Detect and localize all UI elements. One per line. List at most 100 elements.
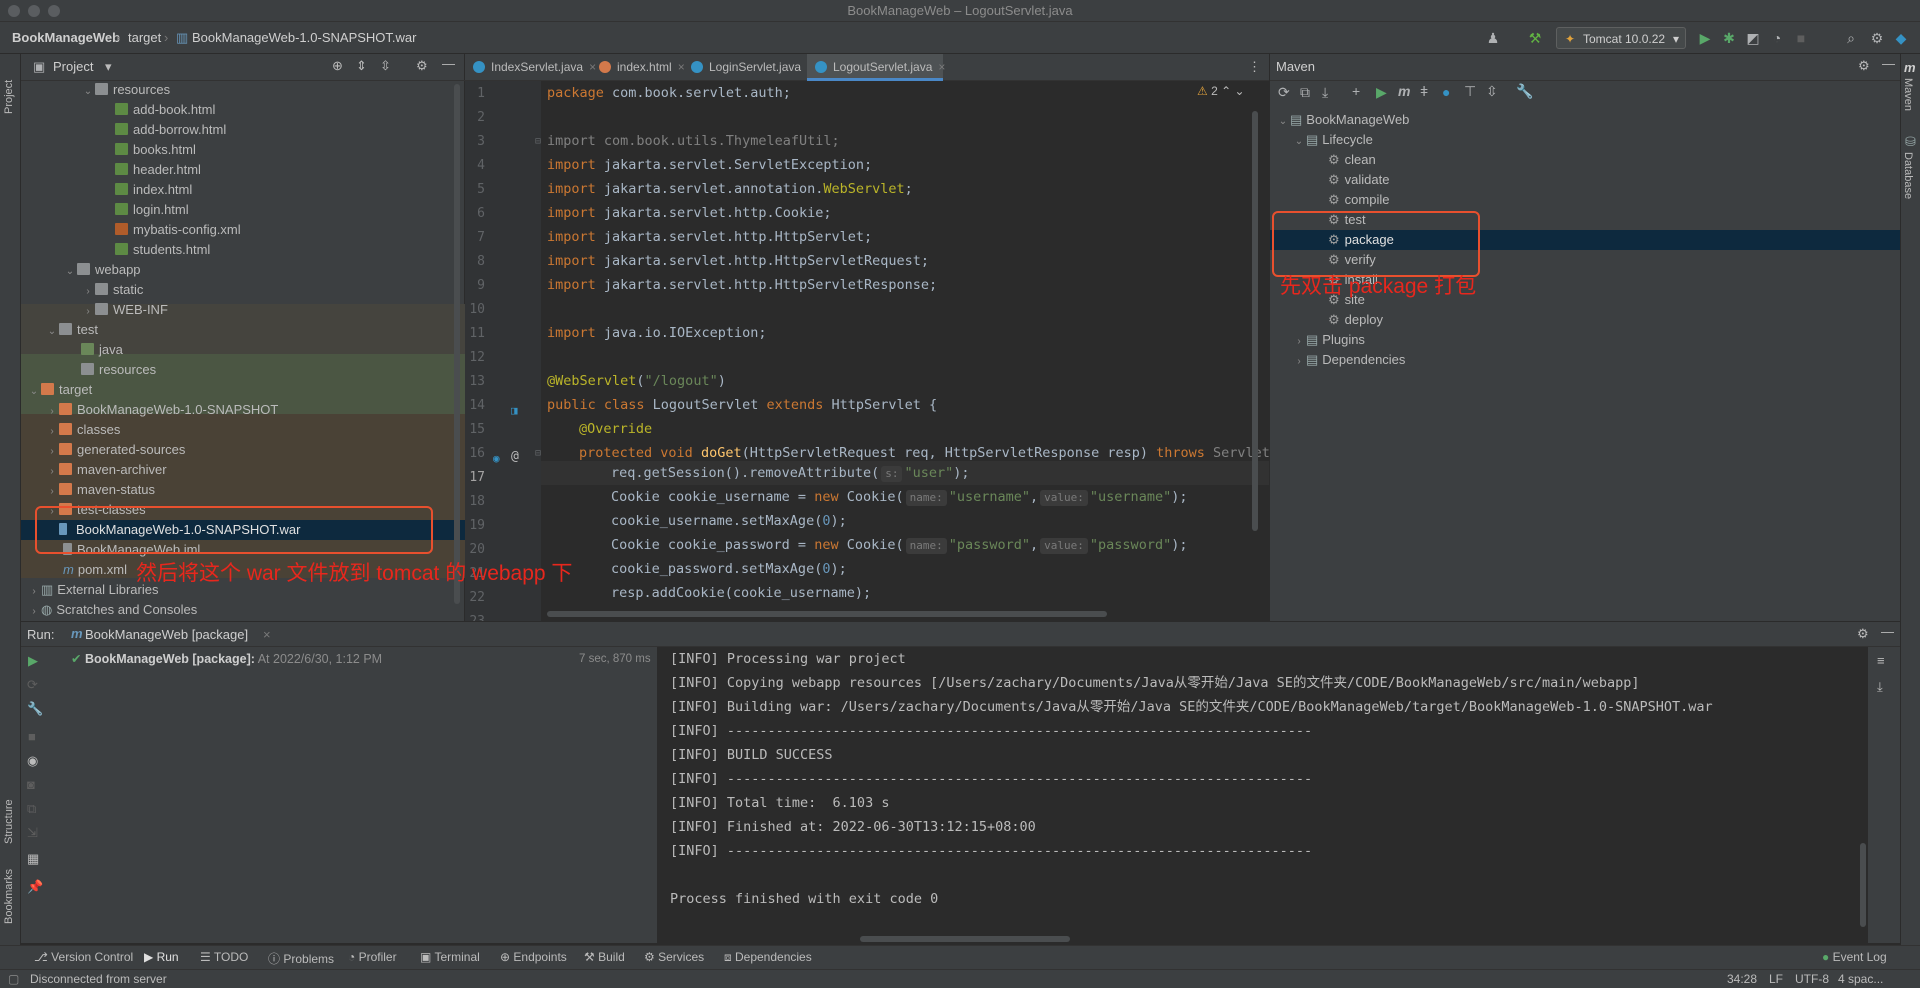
breadcrumb-file[interactable]: BookManageWeb-1.0-SNAPSHOT.war [192, 30, 416, 45]
project-view-title[interactable]: Project [53, 59, 93, 74]
tool-todo[interactable]: ☰ TODO [200, 950, 248, 964]
expand-all-icon[interactable]: ⇕ [356, 58, 367, 74]
maven-plugins[interactable]: › ▤ Plugins [1292, 330, 1365, 350]
tree-item-scratches[interactable]: › ◍ Scratches and Consoles [27, 600, 197, 620]
rerun-icon[interactable]: ▶ [28, 653, 38, 669]
restore-layout-icon[interactable]: ⧉ [27, 801, 36, 817]
project-tool-label[interactable]: Project [3, 80, 15, 114]
tree-item-webapp[interactable]: ⌄ webapp [63, 260, 141, 280]
database-tool-label[interactable]: Database [1902, 152, 1914, 199]
tree-item-index[interactable]: index.html [115, 180, 192, 200]
zoom-window-button[interactable] [48, 5, 60, 17]
maven-lifecycle[interactable]: ⌄ ▤ Lifecycle [1292, 130, 1373, 150]
eye-icon[interactable]: ◉ [27, 753, 38, 769]
close-icon[interactable]: × [938, 60, 945, 74]
gear-icon[interactable]: ⚙ [1858, 58, 1870, 74]
tree-item-maven-archiver[interactable]: › maven-archiver [45, 460, 166, 480]
more-tabs-icon[interactable]: ⋮ [1248, 59, 1261, 75]
tree-item-mybatis-config[interactable]: mybatis-config.xml [115, 220, 241, 240]
tree-item-resources[interactable]: ⌄ resources [81, 80, 170, 100]
tool-terminal[interactable]: ▣ Terminal [420, 950, 480, 964]
tool-endpoints[interactable]: ⊕ Endpoints [500, 950, 567, 964]
code-editor[interactable]: package com.book.servlet.auth; import co… [541, 81, 1269, 621]
tool-profiler[interactable]: ◔ Profiler [348, 950, 397, 964]
console-output[interactable]: [INFO] Processing war project [INFO] Cop… [658, 647, 1868, 943]
breadcrumb-project[interactable]: BookManageWeb [12, 30, 120, 45]
tree-item-generated-sources[interactable]: › generated-sources [45, 440, 185, 460]
stop-icon[interactable]: ■ [28, 729, 36, 744]
tree-item-books[interactable]: books.html [115, 140, 196, 160]
console-horizontal-scrollbar[interactable] [860, 936, 1070, 942]
scroll-to-end-icon[interactable]: ⤓ [1877, 679, 1883, 695]
tab-indexservlet[interactable]: IndexServlet.java × [465, 54, 596, 81]
maven-icon[interactable]: m [1904, 60, 1916, 75]
generate-sources-icon[interactable]: ⧉ [1300, 84, 1310, 101]
tree-item-add-borrow[interactable]: add-borrow.html [115, 120, 226, 140]
debug-icon[interactable]: ✱ [1720, 29, 1738, 47]
tree-item-students[interactable]: students.html [115, 240, 210, 260]
layout-icon[interactable]: ▦ [27, 851, 39, 867]
offline-icon[interactable]: ǂ [1420, 83, 1428, 99]
phase-clean[interactable]: ⚙ clean [1328, 150, 1376, 170]
coverage-icon[interactable]: ◩ [1744, 29, 1762, 47]
export-icon[interactable]: ⇲ [27, 825, 38, 841]
profile-icon[interactable]: ◔ [1768, 29, 1786, 47]
tab-loginservlet[interactable]: LoginServlet.java× [683, 54, 814, 81]
skip-tests-icon[interactable]: ● [1442, 84, 1450, 100]
database-icon[interactable]: ⛁ [1905, 134, 1916, 150]
soft-wrap-icon[interactable]: ≡ [1877, 653, 1885, 668]
editor-scrollbar[interactable] [1252, 111, 1258, 531]
build-hammer-icon[interactable]: ⚒ [1526, 29, 1544, 47]
close-icon[interactable]: × [263, 627, 271, 642]
run-maven-icon[interactable]: ▶ [1376, 84, 1387, 101]
chevron-down-icon[interactable]: ▾ [105, 59, 112, 75]
warning-indicator[interactable]: ⚠ 2 ⌃ ⌄ [1197, 84, 1245, 98]
tree-item-target[interactable]: ⌄ target [27, 380, 92, 400]
tree-item-static[interactable]: › static [81, 280, 143, 300]
project-scrollbar[interactable] [454, 84, 460, 604]
reload-icon[interactable]: ⟳ [1278, 84, 1290, 101]
tab-logoutservlet[interactable]: LogoutServlet.java × [807, 54, 945, 81]
annotation-gutter-icon[interactable]: @ [511, 449, 519, 464]
tree-item-test[interactable]: ⌄ test [45, 320, 98, 340]
tool-run[interactable]: ▶ Run [144, 950, 179, 964]
tool-services[interactable]: ⚙ Services [644, 950, 704, 964]
stop-icon[interactable]: ■ [1792, 29, 1810, 47]
search-icon[interactable]: ⌕ [1842, 29, 1860, 47]
camera-icon[interactable]: ◙ [27, 777, 35, 792]
pin-icon[interactable]: 📌 [27, 879, 43, 895]
tool-build[interactable]: ⚒ Build [584, 950, 625, 964]
tool-dependencies[interactable]: ⧈ Dependencies [724, 950, 812, 965]
close-window-button[interactable] [8, 5, 20, 17]
tree-item-maven-status[interactable]: › maven-status [45, 480, 155, 500]
locate-icon[interactable]: ⊕ [332, 58, 343, 74]
caret-position[interactable]: 34:28 [1727, 972, 1757, 986]
breadcrumb-folder[interactable]: target [128, 30, 161, 45]
web-servlet-gutter-icon[interactable]: ◨ [511, 404, 518, 417]
tree-item-web-inf[interactable]: › WEB-INF [81, 300, 168, 320]
bookmarks-tool-label[interactable]: Bookmarks [3, 869, 15, 924]
collapse-icon[interactable]: ⇳ [1486, 83, 1498, 100]
tool-problems[interactable]: ⓘ Problems [268, 950, 334, 967]
tree-item-pom[interactable]: m pom.xml [63, 560, 127, 580]
run-configuration-select[interactable]: ✦ Tomcat 10.0.22 ▾ [1556, 27, 1686, 49]
tree-item-header[interactable]: header.html [115, 160, 201, 180]
tree-item-add-book[interactable]: add-book.html [115, 100, 215, 120]
maven-tool-label[interactable]: Maven [1902, 78, 1914, 111]
phase-validate[interactable]: ⚙ validate [1328, 170, 1389, 190]
wrench-icon[interactable]: 🔧 [27, 701, 43, 717]
indent-setting[interactable]: 4 spac... [1838, 972, 1883, 986]
override-gutter-icon[interactable]: ◉ [493, 452, 500, 465]
run-tab-label[interactable]: BookManageWeb [package] [85, 627, 248, 642]
tree-item-test-java[interactable]: java [81, 340, 123, 360]
settings-gear-icon[interactable]: ⚙ [1868, 29, 1886, 47]
tree-item-login[interactable]: login.html [115, 200, 189, 220]
run-icon[interactable]: ▶ [1696, 29, 1714, 47]
tree-item-snapshot-folder[interactable]: › BookManageWeb-1.0-SNAPSHOT [45, 400, 278, 420]
add-icon[interactable]: + [1352, 83, 1360, 99]
phase-compile[interactable]: ⚙ compile [1328, 190, 1389, 210]
panel-toggle-icon[interactable]: ▢ [8, 972, 19, 986]
tree-item-test-resources[interactable]: resources [81, 360, 156, 380]
console-scrollbar[interactable] [1860, 843, 1866, 927]
show-dependencies-icon[interactable]: ⊤ [1464, 83, 1476, 100]
